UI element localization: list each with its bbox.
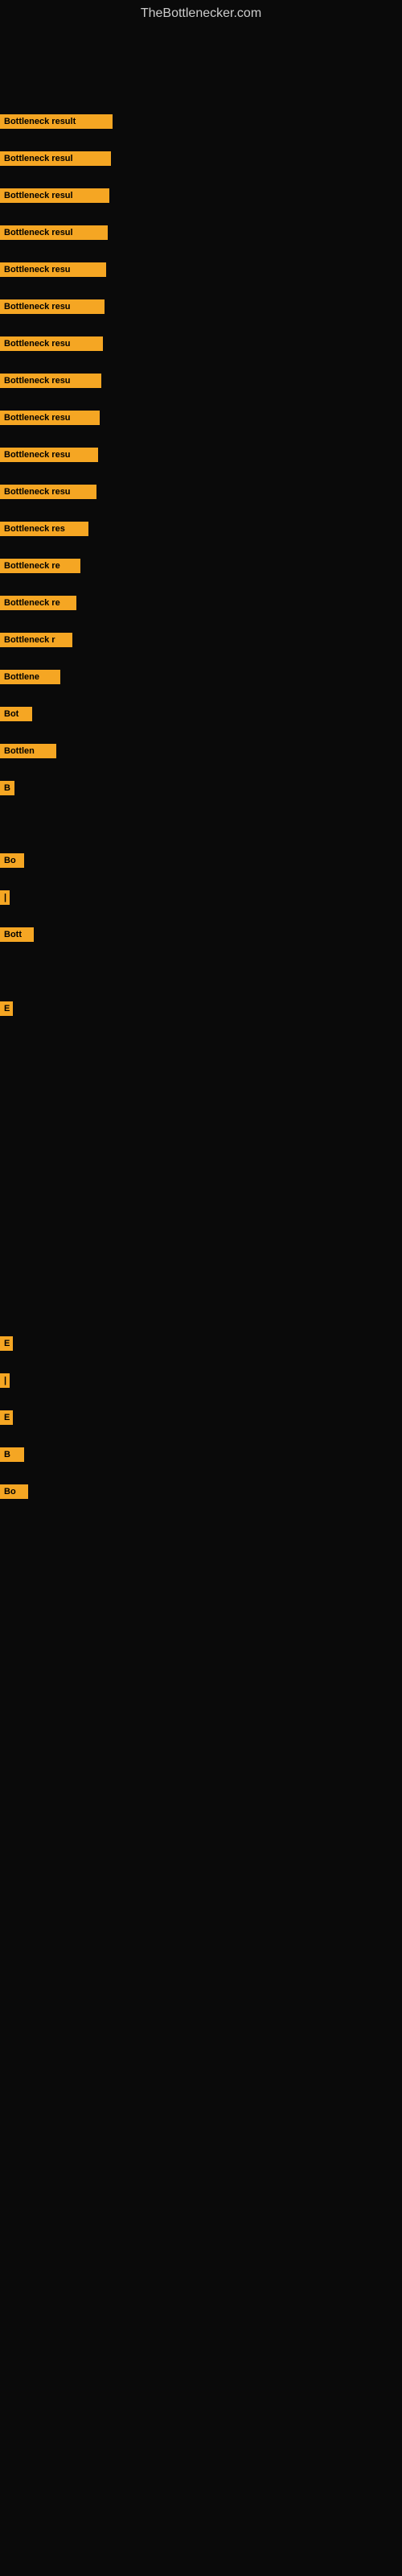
bar-label: Bottlen (0, 744, 56, 758)
bar-label: Bottleneck resu (0, 485, 96, 499)
bar-item: Bottleneck resu (0, 485, 96, 499)
bar-label: Bottleneck re (0, 559, 80, 573)
bar-item: Bottleneck resu (0, 299, 105, 314)
bar-item: Bottleneck resul (0, 188, 109, 203)
bar-label: Bottlene (0, 670, 60, 684)
bar-label: Bo (0, 853, 24, 868)
bar-label: Bottleneck resu (0, 411, 100, 425)
bar-item: Bottleneck re (0, 596, 76, 610)
bar-item: | (0, 890, 10, 905)
bar-item: B (0, 1447, 24, 1462)
bar-label: Bottleneck resu (0, 262, 106, 277)
bar-item: Bott (0, 927, 34, 942)
bar-label: Bottleneck resul (0, 188, 109, 203)
bar-item: E (0, 1336, 13, 1351)
bar-label: Bottleneck resu (0, 299, 105, 314)
bar-item: Bottleneck resu (0, 262, 106, 277)
bar-item: Bottleneck resul (0, 225, 108, 240)
bar-item: Bottleneck resul (0, 151, 111, 166)
bar-label: Bottleneck resu (0, 448, 98, 462)
bar-item: Bottleneck resu (0, 336, 103, 351)
bar-item: Bo (0, 853, 24, 868)
bar-label: E (0, 1410, 13, 1425)
bar-label: Bottleneck resul (0, 225, 108, 240)
bar-label: Bot (0, 707, 32, 721)
bar-item: Bo (0, 1484, 28, 1499)
bar-item: Bottleneck resu (0, 374, 101, 388)
bar-item: Bottleneck resu (0, 411, 100, 425)
bar-label: Bottleneck r (0, 633, 72, 647)
bar-item: E (0, 1001, 13, 1016)
bar-label: Bottleneck result (0, 114, 113, 129)
bar-label: Bott (0, 927, 34, 942)
bar-label: E (0, 1001, 13, 1016)
bar-item: B (0, 781, 14, 795)
bar-item: Bottleneck result (0, 114, 113, 129)
bar-label: | (0, 890, 10, 905)
bar-label: Bo (0, 1484, 28, 1499)
bar-item: Bottleneck resu (0, 448, 98, 462)
bar-label: B (0, 781, 14, 795)
bar-item: | (0, 1373, 10, 1388)
site-title: TheBottlenecker.com (0, 0, 402, 24)
bar-item: Bottlen (0, 744, 56, 758)
bar-item: Bottleneck re (0, 559, 80, 573)
bar-label: Bottleneck res (0, 522, 88, 536)
bar-item: E (0, 1410, 13, 1425)
bar-label: B (0, 1447, 24, 1462)
bar-label: Bottleneck resu (0, 336, 103, 351)
bar-label: Bottleneck resul (0, 151, 111, 166)
bar-item: Bot (0, 707, 32, 721)
bar-label: | (0, 1373, 10, 1388)
bar-label: Bottleneck resu (0, 374, 101, 388)
bar-item: Bottleneck res (0, 522, 88, 536)
bar-label: E (0, 1336, 13, 1351)
bar-label: Bottleneck re (0, 596, 76, 610)
bar-item: Bottlene (0, 670, 60, 684)
bar-item: Bottleneck r (0, 633, 72, 647)
